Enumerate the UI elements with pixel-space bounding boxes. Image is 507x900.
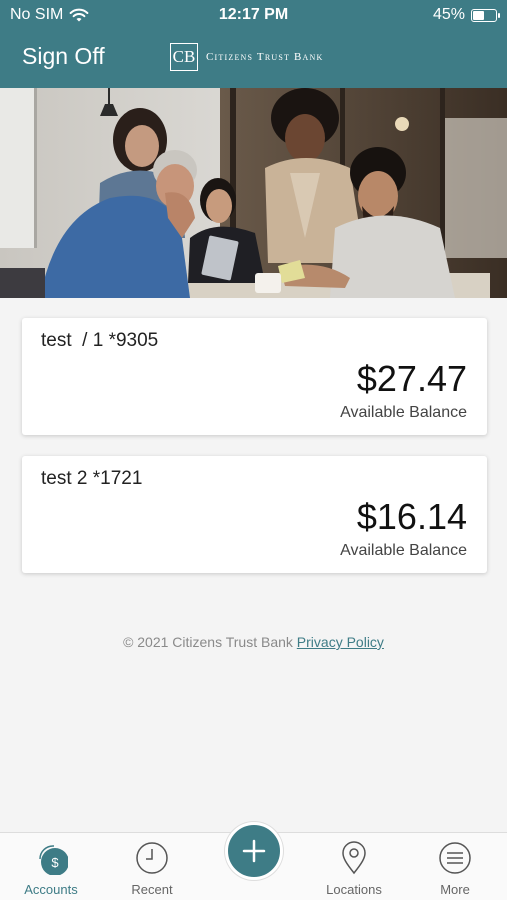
- available-balance-label: Available Balance: [340, 404, 467, 421]
- footer-copyright: © 2021 Citizens Trust Bank Privacy Polic…: [0, 634, 507, 650]
- bank-name: Citizens Trust Bank: [206, 51, 324, 63]
- tab-label: More: [440, 882, 470, 897]
- clock-icon: [136, 842, 168, 874]
- account-card[interactable]: test / 1 *9305 $27.47 Available Balance: [22, 318, 487, 435]
- account-balance: $27.47: [356, 358, 467, 399]
- battery-group: 45%: [432, 6, 500, 24]
- tab-more[interactable]: More: [405, 833, 505, 900]
- account-name: test / 1 *9305: [41, 330, 159, 351]
- account-name: test 2 *1721: [41, 468, 143, 489]
- bank-logo: CB: [170, 43, 198, 71]
- hero-illustration: [0, 88, 507, 298]
- screen: No SIM 12:17 PM 45% Sign Off CB Citizens…: [0, 0, 507, 900]
- available-balance-label: Available Balance: [340, 542, 467, 559]
- tab-label: Recent: [131, 882, 173, 897]
- battery-percent: 45%: [432, 6, 465, 23]
- plus-icon: [242, 839, 266, 863]
- dollar-circle-icon: $: [39, 845, 68, 875]
- tab-label: Locations: [326, 882, 382, 897]
- sign-off-button[interactable]: Sign Off: [22, 43, 105, 70]
- map-pin-icon: [342, 841, 366, 875]
- privacy-policy-link[interactable]: Privacy Policy: [297, 634, 384, 650]
- status-bar: No SIM 12:17 PM 45%: [0, 0, 507, 30]
- account-card[interactable]: test 2 *1721 $16.14 Available Balance: [22, 456, 487, 573]
- tab-accounts[interactable]: $ Accounts: [1, 833, 101, 900]
- account-balance: $16.14: [356, 496, 467, 537]
- menu-icon: [439, 842, 471, 874]
- battery-icon: [471, 8, 500, 22]
- copyright-text: © 2021 Citizens Trust Bank: [123, 634, 297, 650]
- header: No SIM 12:17 PM 45% Sign Off CB Citizens…: [0, 0, 507, 88]
- app-bar: Sign Off CB Citizens Trust Bank: [0, 30, 507, 88]
- quick-action-button[interactable]: [225, 822, 283, 880]
- tab-recent[interactable]: Recent: [102, 833, 202, 900]
- status-time: 12:17 PM: [218, 6, 289, 23]
- tab-locations[interactable]: Locations: [304, 833, 404, 900]
- svg-text:$: $: [51, 855, 59, 870]
- battery-fill: [473, 10, 484, 20]
- hero-image: [0, 88, 507, 298]
- tab-label: Accounts: [24, 882, 78, 897]
- brand: CB Citizens Trust Bank: [170, 43, 324, 71]
